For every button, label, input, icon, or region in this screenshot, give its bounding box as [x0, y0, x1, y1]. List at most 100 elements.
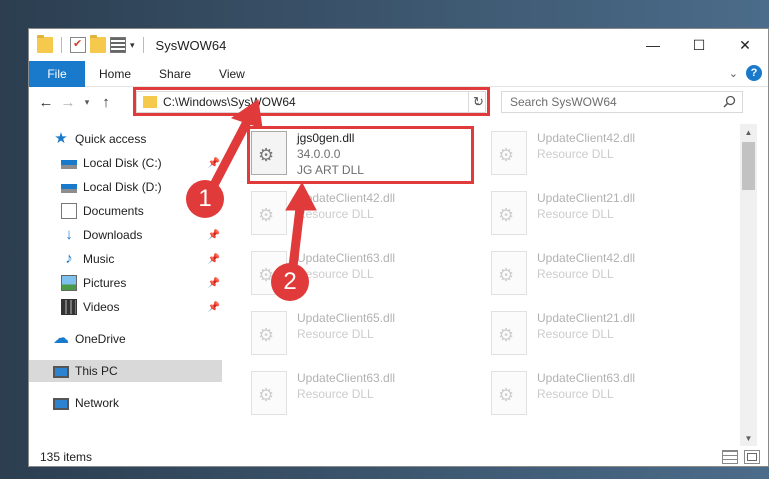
sidebar-item-local-disk-c[interactable]: Local Disk (C:) 📌: [29, 152, 222, 174]
gear-icon: ⚙: [258, 385, 275, 405]
sidebar-item-onedrive[interactable]: ☁ OneDrive: [29, 328, 222, 350]
file-item[interactable]: ⚙ UpdateClient21.dll Resource DLL: [491, 188, 721, 238]
sidebar-item-label: Local Disk (D:): [83, 180, 162, 194]
file-description: Resource DLL: [297, 207, 374, 221]
minimize-button[interactable]: —: [630, 29, 676, 61]
gear-icon: ⚙: [498, 145, 515, 165]
videos-icon: [61, 299, 77, 315]
file-description: Resource DLL: [537, 207, 614, 221]
file-description: Resource DLL: [537, 387, 614, 401]
new-folder-icon[interactable]: [90, 35, 106, 53]
tab-home[interactable]: Home: [85, 61, 145, 87]
scroll-up-icon[interactable]: ▲: [740, 124, 757, 140]
dll-file-icon: ⚙: [251, 371, 287, 415]
back-arrow-icon[interactable]: ←: [35, 94, 57, 111]
sidebar-item-quick-access[interactable]: ★ Quick access: [29, 128, 222, 150]
forward-arrow-icon[interactable]: →: [57, 94, 79, 111]
title-bar: ▾ SysWOW64 — ☐ ✕: [29, 29, 768, 61]
file-item[interactable]: ⚙ UpdateClient21.dll Resource DLL: [491, 308, 721, 358]
recent-locations-chevron-icon[interactable]: ▾: [79, 97, 95, 108]
dll-file-icon: ⚙: [251, 311, 287, 355]
search-icon: [723, 95, 736, 108]
pin-icon: 📌: [207, 229, 220, 241]
sidebar-item-label: Videos: [83, 300, 120, 314]
dll-file-icon: ⚙: [491, 191, 527, 235]
help-icon[interactable]: ?: [746, 65, 762, 81]
ribbon-tabs: File Home Share View ⌄ ?: [29, 60, 768, 87]
file-item[interactable]: ⚙ UpdateClient65.dll Resource DLL: [251, 308, 481, 358]
file-description: Resource DLL: [297, 327, 374, 341]
tab-share[interactable]: Share: [145, 61, 205, 87]
sidebar-item-network[interactable]: Network: [29, 392, 222, 414]
file-item[interactable]: ⚙ UpdateClient63.dll Resource DLL: [251, 368, 481, 418]
onedrive-icon: ☁: [53, 330, 69, 347]
gear-icon: ⚙: [498, 205, 515, 225]
properties-check-icon[interactable]: [70, 37, 86, 53]
downloads-icon: ↓: [65, 226, 73, 243]
sidebar-item-label: Quick access: [75, 132, 147, 146]
network-icon: [53, 398, 69, 410]
scrollbar-thumb[interactable]: [742, 142, 755, 190]
sidebar-item-label: Downloads: [83, 228, 143, 242]
details-view-icon[interactable]: [722, 450, 738, 464]
customize-toolbar-dropdown-icon[interactable]: ▾: [130, 40, 135, 51]
sidebar-item-music[interactable]: ♪ Music 📌: [29, 248, 222, 270]
chevron-down-icon[interactable]: ⌄: [729, 67, 738, 80]
status-bar: 135 items: [29, 446, 768, 466]
file-item[interactable]: ⚙ UpdateClient42.dll Resource DLL: [251, 188, 481, 238]
item-count: 135 items: [40, 450, 93, 464]
navigation-pane: ★ Quick access Local Disk (C:) 📌 Local D…: [29, 124, 222, 439]
pin-icon: 📌: [207, 157, 220, 169]
sidebar-item-label: Pictures: [83, 276, 127, 290]
sidebar-item-label: Music: [83, 252, 115, 266]
tab-file[interactable]: File: [29, 60, 85, 87]
file-name: UpdateClient63.dll: [297, 251, 396, 265]
file-description: Resource DLL: [537, 327, 614, 341]
file-item[interactable]: ⚙ UpdateClient42.dll Resource DLL: [491, 128, 721, 178]
up-arrow-icon[interactable]: ↑: [95, 94, 117, 111]
scroll-down-icon[interactable]: ▼: [740, 430, 757, 446]
tab-view[interactable]: View: [205, 61, 259, 87]
gear-icon: ⚙: [258, 205, 275, 225]
sidebar-item-downloads[interactable]: ↓ Downloads 📌: [29, 224, 222, 246]
file-name: UpdateClient42.dll: [297, 191, 396, 205]
ribbon-right-controls: ⌄ ?: [729, 65, 762, 81]
music-icon: ♪: [65, 250, 73, 267]
file-name: UpdateClient42.dll: [537, 251, 636, 265]
vertical-scrollbar[interactable]: ▲ ▼: [740, 124, 757, 446]
sidebar-item-label: OneDrive: [75, 332, 126, 346]
close-button[interactable]: ✕: [722, 29, 768, 61]
dll-file-icon: ⚙: [491, 251, 527, 295]
pictures-icon: [61, 275, 77, 291]
rename-icon[interactable]: [110, 37, 126, 53]
sidebar-item-this-pc[interactable]: This PC: [29, 360, 222, 382]
sidebar-item-label: This PC: [75, 364, 118, 378]
gear-icon: ⚙: [498, 325, 515, 345]
sidebar-item-videos[interactable]: Videos 📌: [29, 296, 222, 318]
search-input[interactable]: Search SysWOW64: [501, 91, 743, 113]
view-switcher: [722, 450, 760, 464]
large-icons-view-icon[interactable]: [744, 450, 760, 464]
sidebar-item-label: Network: [75, 396, 120, 410]
gear-icon: ⚙: [498, 385, 515, 405]
file-name: UpdateClient63.dll: [537, 371, 636, 385]
star-icon: ★: [54, 130, 68, 147]
pin-icon: 📌: [207, 301, 220, 313]
file-item[interactable]: ⚙ UpdateClient63.dll Resource DLL: [491, 368, 721, 418]
file-name: UpdateClient65.dll: [297, 311, 396, 325]
this-pc-icon: [53, 366, 69, 378]
pin-icon: 📌: [207, 253, 220, 265]
dll-file-icon: ⚙: [491, 131, 527, 175]
quick-access-toolbar: ▾: [29, 29, 148, 61]
window-controls: — ☐ ✕: [630, 29, 768, 61]
drive-icon: [61, 184, 77, 193]
file-description: Resource DLL: [537, 267, 614, 281]
sidebar-item-pictures[interactable]: Pictures 📌: [29, 272, 222, 294]
sidebar-item-label: Local Disk (C:): [83, 156, 162, 170]
maximize-button[interactable]: ☐: [676, 29, 722, 61]
dll-file-icon: ⚙: [491, 371, 527, 415]
file-highlight: [247, 126, 474, 184]
callout-step-two: 2: [271, 263, 309, 301]
file-name: UpdateClient21.dll: [537, 191, 636, 205]
file-item[interactable]: ⚙ UpdateClient42.dll Resource DLL: [491, 248, 721, 298]
